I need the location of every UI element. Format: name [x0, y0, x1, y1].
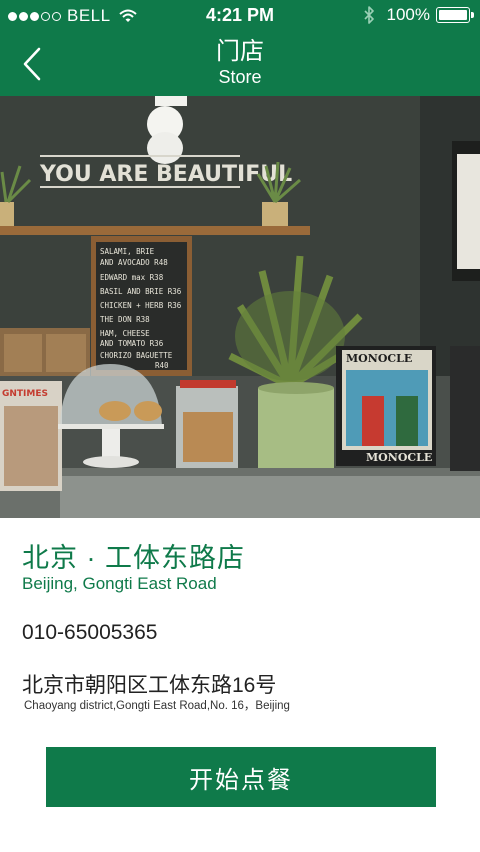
monocle-stand-label: MONOCLE [366, 451, 432, 464]
monocle-cover-title: MONOCLE [346, 352, 412, 365]
svg-text:R40: R40 [155, 361, 169, 370]
nav-bar: 门店 Store [0, 32, 480, 96]
battery-fill [439, 10, 467, 20]
store-photo-illustration: YOU ARE BEAUTIFUL SALAMI, BRIE AND AVOCA… [0, 96, 480, 518]
store-phone[interactable]: 010-65005365 [22, 621, 157, 645]
status-right: 100% [363, 5, 474, 25]
svg-text:EDWARD max R38: EDWARD max R38 [100, 273, 164, 282]
svg-text:AND TOMATO R36: AND TOMATO R36 [100, 339, 164, 348]
svg-text:BASIL AND BRIE R36: BASIL AND BRIE R36 [100, 287, 182, 296]
svg-text:SALAMI, BRIE: SALAMI, BRIE [100, 247, 155, 256]
svg-text:AND AVOCADO R48: AND AVOCADO R48 [100, 258, 168, 267]
shelf-sign: GNTIMES [2, 389, 48, 399]
svg-text:THE DON R38: THE DON R38 [100, 315, 150, 324]
wall-sign: YOU ARE BEAUTIFUL [39, 162, 292, 187]
status-bar: BELL 4:21 PM 100% [0, 0, 480, 32]
store-name-en: Beijing, Gongti East Road [22, 574, 217, 593]
battery-percent: 100% [386, 5, 430, 24]
page-subtitle: Store [218, 67, 262, 87]
battery-icon [436, 7, 474, 23]
page-title: 门店 [216, 38, 264, 65]
bluetooth-icon [363, 6, 374, 24]
store-address: 北京市朝阳区工体东路16号 [22, 674, 277, 697]
svg-text:CHORIZO BAGUETTE: CHORIZO BAGUETTE [100, 351, 173, 360]
store-photo: YOU ARE BEAUTIFUL SALAMI, BRIE AND AVOCA… [0, 96, 480, 518]
svg-text:CHICKEN + HERB R36: CHICKEN + HERB R36 [100, 301, 182, 310]
svg-text:HAM, CHEESE: HAM, CHEESE [100, 329, 150, 338]
store-name: 北京 · 工体东路店 [22, 543, 245, 573]
start-order-button[interactable]: 开始点餐 [46, 747, 436, 807]
store-address-en: Chaoyang district,Gongti East Road,No. 1… [24, 700, 290, 712]
